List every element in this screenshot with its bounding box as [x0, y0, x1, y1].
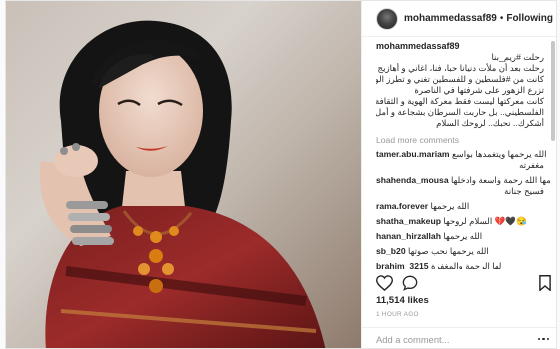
comment-username[interactable]: shahenda_mousa [376, 175, 449, 185]
load-more-comments[interactable]: Load more comments [376, 135, 544, 146]
comment-item: hanan_hirzallah الله يرحمها [376, 231, 544, 242]
comment-item: brahim_3215 لها الرحمة والمغفرة [376, 261, 544, 269]
heart-icon[interactable] [376, 275, 393, 291]
comment-item: tamer.abu.mariam الله يرحمها ويتغمدها بو… [376, 149, 547, 171]
separator-dot: • [499, 13, 504, 24]
comment-text: الله يرحمها [443, 231, 483, 241]
comment-username[interactable]: sb_b20 [376, 246, 406, 256]
comment-text: الله يرحمها نحب صوتها [408, 246, 489, 256]
comments-list[interactable]: mohammedassaf89 رحلت #ريم_بنا رحلت بعد أ… [362, 41, 550, 269]
caption-line: كانت من #فلسطين و للفسطين تغني و تطرز ال… [376, 74, 544, 84]
comment-text: رحمها الله رحمة واسعة وادخلها [450, 175, 550, 185]
caption-line: أشكرك.. نحبك.. لروحك السلام [436, 118, 544, 128]
scrollbar-thumb[interactable] [551, 41, 555, 141]
more-icon[interactable] [537, 337, 549, 341]
caption: mohammedassaf89 رحلت #ريم_بنا رحلت بعد أ… [376, 41, 544, 129]
likes-label: likes [407, 295, 429, 306]
likes-number: 11,514 [376, 295, 405, 306]
post-side-panel: mohammedassaf89 • Following mohammedassa… [361, 1, 556, 348]
post-header: mohammedassaf89 • Following [362, 1, 556, 37]
comment-username[interactable]: hanan_hirzallah [376, 231, 441, 241]
comment-text-continued: مغفرته [519, 160, 544, 170]
comment-item: shahenda_mousa رحمها الله رحمة واسعة واد… [376, 175, 550, 197]
caption-line: كانت معركتها ليست فقط معركة الهوية و الث… [376, 96, 544, 106]
avatar[interactable] [376, 7, 398, 30]
post-username[interactable]: mohammedassaf89 [404, 13, 497, 24]
comment-text: السلام لروحها 💔🖤😪 [443, 216, 527, 226]
action-bar [376, 273, 418, 293]
bookmark-icon[interactable] [539, 275, 551, 296]
post-timestamp: 1 HOUR AGO [376, 311, 419, 318]
comment-username[interactable]: brahim_3215 [376, 261, 429, 269]
caption-line: الفلسطيني.. بل حاربت السرطان بشجاعة و أم… [376, 107, 544, 117]
post-frame: mohammedassaf89 • Following mohammedassa… [5, 0, 557, 349]
comment-username[interactable]: shatha_makeup [376, 216, 441, 226]
comment-item: sb_b20 الله يرحمها نحب صوتها [376, 246, 544, 257]
caption-line: رحلت #ريم_بنا [491, 52, 544, 62]
comment-icon[interactable] [402, 275, 418, 291]
comment-username[interactable]: rama.forever [376, 201, 428, 211]
caption-username[interactable]: mohammedassaf89 [376, 41, 544, 52]
portrait-illustration [40, 20, 326, 348]
comment-item: rama.forever الله يرحمها [376, 201, 544, 212]
caption-line: رحلت بعد أن ملأت دنيانا حبا، فنا، اغاني … [377, 63, 544, 73]
comment-input[interactable] [376, 333, 536, 345]
comment-username[interactable]: tamer.abu.mariam [376, 149, 450, 159]
likes-count[interactable]: 11,514 likes [376, 295, 429, 306]
caption-line: تزرع الزهور على شرفتها في الناصرة [414, 85, 544, 95]
comment-text: لها الرحمة والمغفرة [430, 261, 502, 269]
following-button[interactable]: Following [506, 13, 553, 24]
comment-text: الله يرحمها [430, 201, 470, 211]
comments-scrollbar[interactable] [550, 41, 556, 269]
comment-text-continued: فسيح جنانة [504, 186, 544, 196]
add-comment-bar [362, 327, 556, 348]
post-photo[interactable] [6, 1, 361, 348]
comment-text: الله يرحمها ويتغمدها بواسع [451, 149, 547, 159]
comment-item: shatha_makeup السلام لروحها 💔🖤😪 [376, 216, 544, 227]
